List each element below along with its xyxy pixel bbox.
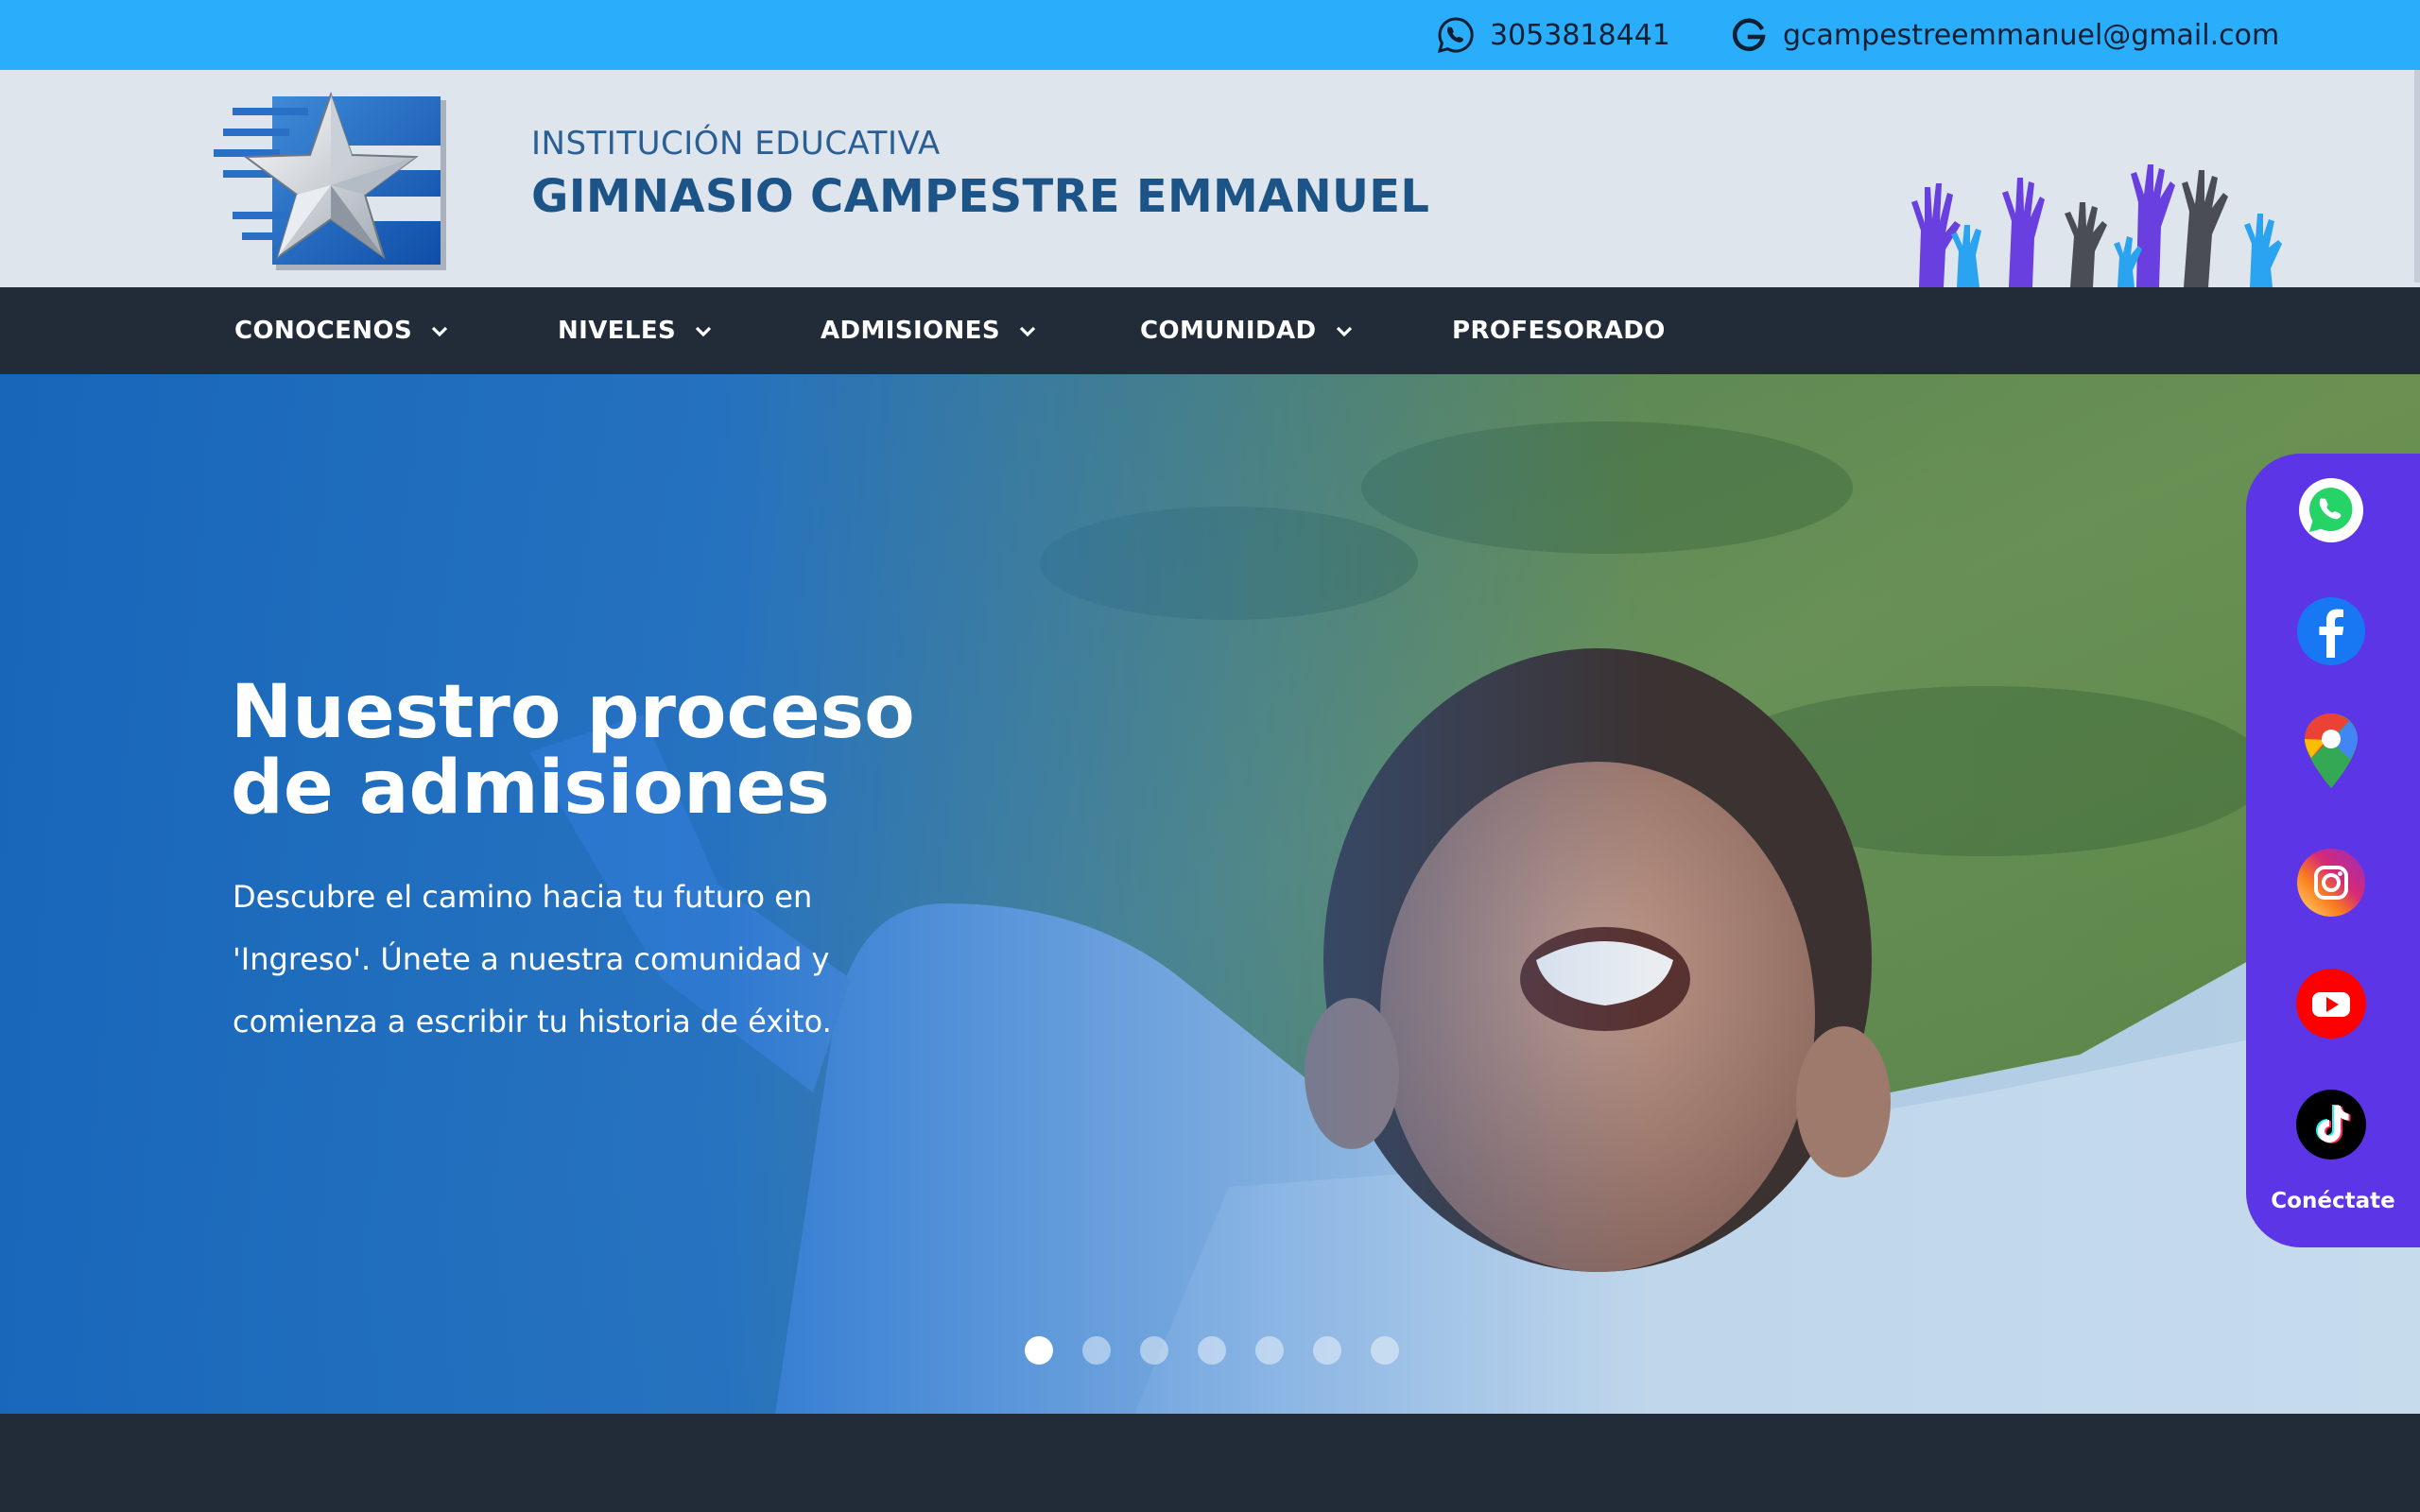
- email-contact[interactable]: gcampestreemmanuel@gmail.com: [1728, 0, 2279, 70]
- social-label: Conéctate: [2271, 1189, 2395, 1213]
- slider-dot-5[interactable]: [1255, 1336, 1284, 1365]
- nav-item-admisiones[interactable]: ADMISIONES: [821, 287, 1038, 374]
- nav-label: ADMISIONES: [821, 317, 1000, 345]
- school-logo[interactable]: [210, 91, 456, 280]
- nav-label: COMUNIDAD: [1140, 317, 1317, 345]
- chevron-down-icon: [1336, 326, 1352, 337]
- phone-contact[interactable]: 3053818441: [1435, 0, 1670, 70]
- nav-item-niveles[interactable]: NIVELES: [558, 287, 714, 374]
- nav-item-conocenos[interactable]: CONOCENOS: [234, 287, 450, 374]
- slider-dot-2[interactable]: [1082, 1336, 1111, 1365]
- chevron-down-icon: [431, 326, 448, 337]
- hero-title: Nuestro proceso de admisiones: [231, 675, 987, 826]
- hero-slider: Nuestro proceso de admisiones Descubre e…: [0, 374, 2420, 1414]
- social-sidebar: Conéctate: [2246, 454, 2420, 1247]
- brand-block[interactable]: INSTITUCIÓN EDUCATIVA GIMNASIO CAMPESTRE…: [531, 125, 1429, 223]
- hero-title-line-2: de admisiones: [231, 746, 830, 831]
- brand-title: GIMNASIO CAMPESTRE EMMANUEL: [531, 170, 1430, 223]
- slider-dot-1[interactable]: [1025, 1336, 1053, 1365]
- chevron-down-icon: [696, 326, 712, 337]
- hero-title-line-1: Nuestro proceso: [231, 670, 915, 755]
- whatsapp-icon: [1435, 14, 1477, 56]
- instagram-icon[interactable]: [2295, 847, 2367, 919]
- tiktok-icon[interactable]: [2295, 1089, 2367, 1160]
- main-nav: CONOCENOS NIVELES ADMISIONES COMUNIDAD P…: [0, 287, 2420, 374]
- hero-description: Descubre el camino hacia tu futuro en 'I…: [233, 879, 832, 1040]
- slider-dot-7[interactable]: [1371, 1336, 1399, 1365]
- nav-item-comunidad[interactable]: COMUNIDAD: [1140, 287, 1355, 374]
- slider-dot-6[interactable]: [1313, 1336, 1341, 1365]
- site-header: INSTITUCIÓN EDUCATIVA GIMNASIO CAMPESTRE…: [0, 70, 2420, 287]
- brand-subtitle: INSTITUCIÓN EDUCATIVA: [531, 125, 941, 163]
- facebook-icon[interactable]: [2295, 595, 2367, 667]
- nav-label: CONOCENOS: [234, 317, 413, 345]
- nav-label: NIVELES: [558, 317, 677, 345]
- slider-dot-4[interactable]: [1198, 1336, 1226, 1365]
- slider-dot-3[interactable]: [1140, 1336, 1168, 1365]
- chevron-down-icon: [1019, 326, 1036, 337]
- hands-illustration: [1900, 164, 2297, 287]
- nav-item-profesorado[interactable]: PROFESORADO: [1452, 287, 1666, 374]
- nav-label: PROFESORADO: [1452, 317, 1666, 345]
- whatsapp-icon[interactable]: [2295, 474, 2367, 546]
- email-address: gcampestreemmanuel@gmail.com: [1783, 18, 2280, 52]
- scrollbar-thumb[interactable]: [2414, 70, 2420, 283]
- slider-pagination: [1025, 1336, 1399, 1365]
- youtube-icon[interactable]: [2295, 968, 2367, 1040]
- phone-number: 3053818441: [1490, 18, 1670, 52]
- top-contact-bar: 3053818441 gcampestreemmanuel@gmail.com: [0, 0, 2420, 70]
- google-maps-icon[interactable]: [2295, 713, 2367, 788]
- next-section: [0, 1414, 2420, 1512]
- google-icon: [1728, 14, 1770, 56]
